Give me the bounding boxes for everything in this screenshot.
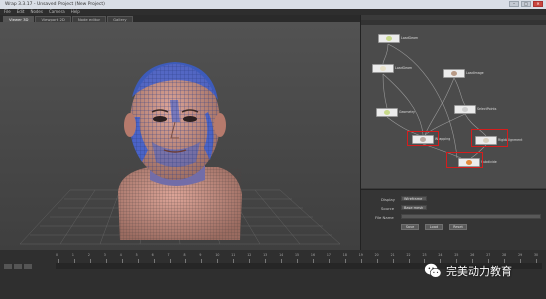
display-label: Display [381, 197, 395, 202]
timeline-tick-label: 15 [295, 253, 300, 257]
timeline-tick-label: 25 [454, 253, 459, 257]
display-dropdown[interactable]: Wireframe [401, 196, 427, 201]
timeline-tick-label: 6 [151, 253, 154, 257]
rewind-button[interactable] [4, 264, 12, 269]
left-ear [124, 113, 136, 137]
timeline-tick-label: 3 [103, 253, 106, 257]
timeline-tick-label: 30 [534, 253, 539, 257]
highlight-box-2 [471, 129, 508, 147]
graph-node-2-label: LoadGeom [395, 66, 413, 70]
load-button[interactable]: Load [425, 224, 443, 230]
timeline-tick-label: 8 [183, 253, 186, 257]
timeline-tick-label: 21 [390, 253, 395, 257]
play-button[interactable] [14, 264, 22, 269]
properties-panel: Display Wireframe Source Base mesh File … [361, 189, 546, 251]
timeline-tick-label: 14 [279, 253, 284, 257]
timeline-tick-label: 16 [310, 253, 315, 257]
timeline-tick-label: 10 [215, 253, 220, 257]
graph-node-1[interactable] [378, 34, 400, 43]
timeline-tick-label: 20 [374, 253, 379, 257]
graph-node-4[interactable] [376, 108, 398, 117]
wechat-icon [424, 263, 442, 278]
viewport-tabs: Viewer 3D Viewport 2D Node editor Galler… [0, 15, 360, 23]
timeline-tick-label: 23 [422, 253, 427, 257]
graph-node-3[interactable] [443, 69, 465, 78]
source-dropdown[interactable]: Base mesh [401, 205, 427, 210]
timeline-tick-label: 24 [438, 253, 443, 257]
next-frame-button[interactable] [24, 264, 32, 269]
viewport-canvas[interactable] [0, 22, 360, 250]
timeline-tick-label: 22 [406, 253, 411, 257]
timeline-tick-label: 28 [502, 253, 507, 257]
source-label: Source [381, 206, 395, 211]
timeline-tick-label: 17 [326, 253, 331, 257]
timeline-tick-label: 0 [56, 253, 59, 257]
window-controls: – □ ✕ [509, 1, 543, 7]
timeline-tick-label: 26 [470, 253, 475, 257]
right-ear [214, 113, 226, 137]
timeline-tick-label: 4 [119, 253, 122, 257]
timeline-tick-label: 18 [342, 253, 347, 257]
timeline-tick-label: 27 [486, 253, 491, 257]
graph-node-8-label: Subdivide [481, 160, 497, 164]
minimize-button[interactable]: – [509, 1, 519, 7]
timeline-tick-label: 1 [71, 253, 74, 257]
timeline-tick-label: 9 [199, 253, 202, 257]
timeline-tick-label: 29 [518, 253, 523, 257]
filename-input[interactable] [401, 214, 541, 219]
timeline-tick-label: 13 [263, 253, 268, 257]
timeline-tick-label: 5 [135, 253, 138, 257]
node-graph[interactable]: LoadGeom LoadGeom LoadImage Geometry Sel… [361, 20, 546, 188]
graph-node-5-label: SelectPoints [477, 107, 497, 111]
highlight-box-1 [407, 131, 439, 146]
watermark: 完美动力教育 [424, 262, 512, 280]
3d-viewport[interactable] [0, 22, 360, 250]
window-title: Wrap 3.3.17 - Unsaved Project (New Proje… [5, 2, 105, 7]
graph-node-2[interactable] [372, 64, 394, 73]
timeline-tick-label: 7 [167, 253, 170, 257]
close-button[interactable]: ✕ [533, 1, 543, 7]
graph-node-5[interactable] [454, 105, 476, 114]
timeline-tick-label: 12 [247, 253, 252, 257]
watermark-text: 完美动力教育 [446, 265, 512, 278]
highlight-box-3 [446, 152, 483, 168]
filename-label: File Name [375, 215, 394, 220]
maximize-button[interactable]: □ [521, 1, 531, 7]
save-button[interactable]: Save [401, 224, 419, 230]
timeline-tick-label: 2 [87, 253, 90, 257]
reset-button[interactable]: Reset [449, 224, 467, 230]
graph-node-3-label: LoadImage [466, 71, 484, 75]
graph-node-1-label: LoadGeom [401, 36, 419, 40]
timeline-tick-label: 11 [231, 253, 236, 257]
timeline-tick-label: 19 [358, 253, 363, 257]
graph-node-4-label: Geometry [399, 110, 415, 114]
right-panel: LoadGeom LoadGeom LoadImage Geometry Sel… [360, 15, 546, 251]
title-bar: Wrap 3.3.17 - Unsaved Project (New Proje… [0, 0, 546, 9]
